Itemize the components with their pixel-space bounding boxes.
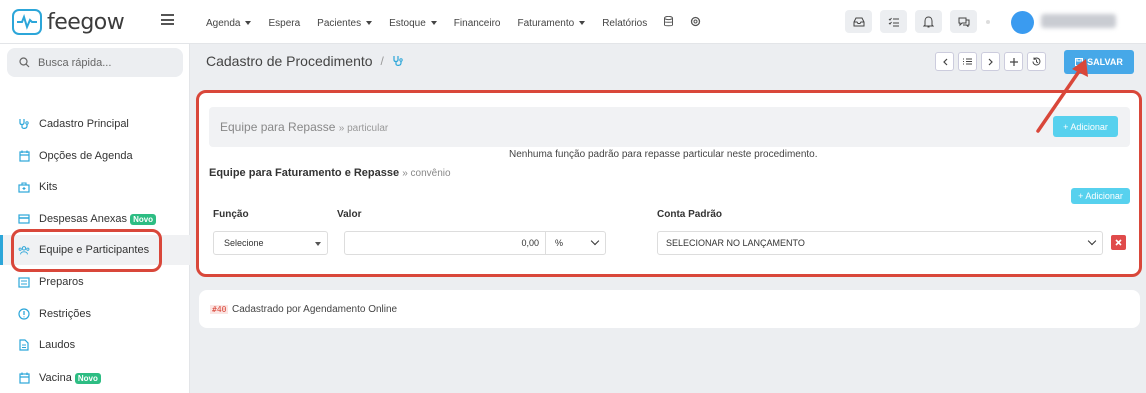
previous-icon[interactable]	[935, 52, 954, 71]
chevron-down-icon	[245, 21, 252, 25]
sidebar-item-cadastro-principal[interactable]: Cadastro Principal	[0, 109, 190, 139]
main-nav: Agenda Espera Pacientes Estoque Financei…	[206, 15, 718, 30]
status-dot	[986, 20, 990, 24]
chevron-down-icon	[430, 21, 437, 25]
calendar-icon	[18, 372, 30, 384]
stethoscope-icon	[18, 118, 30, 130]
list-view-icon[interactable]	[958, 52, 977, 71]
save-label: SALVAR	[1087, 57, 1123, 67]
sidebar-item-label: Despesas Anexas	[39, 213, 128, 225]
top-actions	[845, 10, 977, 33]
sidebar-item-kits[interactable]: Kits	[0, 172, 190, 202]
nav-label: Espera	[268, 17, 301, 29]
next-icon[interactable]	[981, 52, 1000, 71]
logo[interactable]: feegow	[12, 9, 125, 35]
nav-faturamento[interactable]: Faturamento	[518, 16, 586, 30]
sidebar: Busca rápida... Cadastro Principal Opçõe…	[0, 44, 190, 393]
history-icon[interactable]	[1027, 52, 1046, 71]
logo-text: feegow	[47, 9, 125, 35]
chevron-down-icon	[366, 21, 373, 25]
nav-espera[interactable]: Espera	[268, 16, 300, 30]
settings-icon[interactable]	[690, 16, 701, 30]
search-placeholder: Busca rápida...	[38, 56, 112, 69]
card-icon	[18, 213, 30, 225]
nav-relatorios[interactable]: Relatórios	[602, 16, 647, 30]
origin-text: Cadastrado por Agendamento Online	[232, 304, 398, 315]
save-button[interactable]: SALVAR	[1064, 50, 1134, 74]
sidebar-item-label: Laudos	[39, 339, 76, 351]
new-badge: Novo	[130, 213, 157, 225]
sidebar-item-label: Kits	[39, 181, 58, 193]
sidebar-item-opcoes-de-agenda[interactable]: Opções de Agenda	[0, 141, 190, 171]
sidebar-item-label: Preparos	[39, 276, 84, 288]
highlight-box-main	[196, 90, 1142, 277]
sidebar-item-label: Restrições	[39, 308, 91, 320]
sidebar-item-label: Cadastro Principal	[39, 118, 129, 130]
highlight-box-sidebar	[11, 229, 162, 272]
page-title-text: Cadastro de Procedimento	[206, 53, 373, 69]
inbox-icon[interactable]	[845, 10, 872, 33]
checklist-icon[interactable]	[880, 10, 907, 33]
search-icon	[19, 57, 30, 68]
menu-toggle-icon[interactable]	[161, 14, 174, 25]
nav-estoque[interactable]: Estoque	[389, 16, 437, 30]
list-icon	[18, 276, 30, 288]
breadcrumb-separator: /	[380, 54, 384, 68]
nav-label: Agenda	[206, 17, 241, 29]
sidebar-item-label: Opções de Agenda	[39, 150, 133, 162]
feegow-logo-icon	[12, 9, 42, 35]
chevron-down-icon	[579, 21, 586, 25]
save-icon	[1075, 58, 1084, 66]
record-toolbar	[935, 52, 1046, 71]
nav-label: Faturamento	[517, 17, 575, 29]
document-icon	[18, 339, 30, 351]
bell-icon[interactable]	[915, 10, 942, 33]
nav-label: Financeiro	[453, 17, 501, 29]
nav-financeiro[interactable]: Financeiro	[454, 16, 501, 30]
nav-agenda[interactable]: Agenda	[206, 16, 252, 30]
sidebar-item-laudos[interactable]: Laudos	[0, 330, 190, 360]
sidebar-item-label: Vacina	[39, 372, 72, 384]
chat-icon[interactable]	[950, 10, 977, 33]
kit-icon	[18, 181, 30, 193]
database-icon[interactable]	[664, 15, 674, 30]
sidebar-item-vacina[interactable]: Vacina Novo	[0, 363, 190, 393]
calendar-icon	[18, 150, 30, 162]
top-bar: feegow Agenda Espera Pacientes Estoque F…	[0, 0, 1146, 44]
nav-pacientes[interactable]: Pacientes	[317, 16, 373, 30]
search-input[interactable]: Busca rápida...	[7, 48, 183, 77]
page-title: Cadastro de Procedimento /	[206, 53, 404, 69]
record-id-tag: #40	[210, 305, 229, 314]
avatar[interactable]	[1011, 11, 1034, 34]
nav-label: Relatórios	[602, 17, 648, 29]
nav-label: Estoque	[389, 17, 426, 29]
add-icon[interactable]	[1004, 52, 1023, 71]
stethoscope-icon	[393, 56, 403, 66]
sidebar-item-restricoes[interactable]: Restrições	[0, 299, 190, 329]
user-name-blurred[interactable]	[1041, 14, 1116, 28]
alert-icon	[18, 308, 30, 320]
nav-label: Pacientes	[317, 17, 362, 29]
new-badge: Novo	[74, 372, 101, 384]
